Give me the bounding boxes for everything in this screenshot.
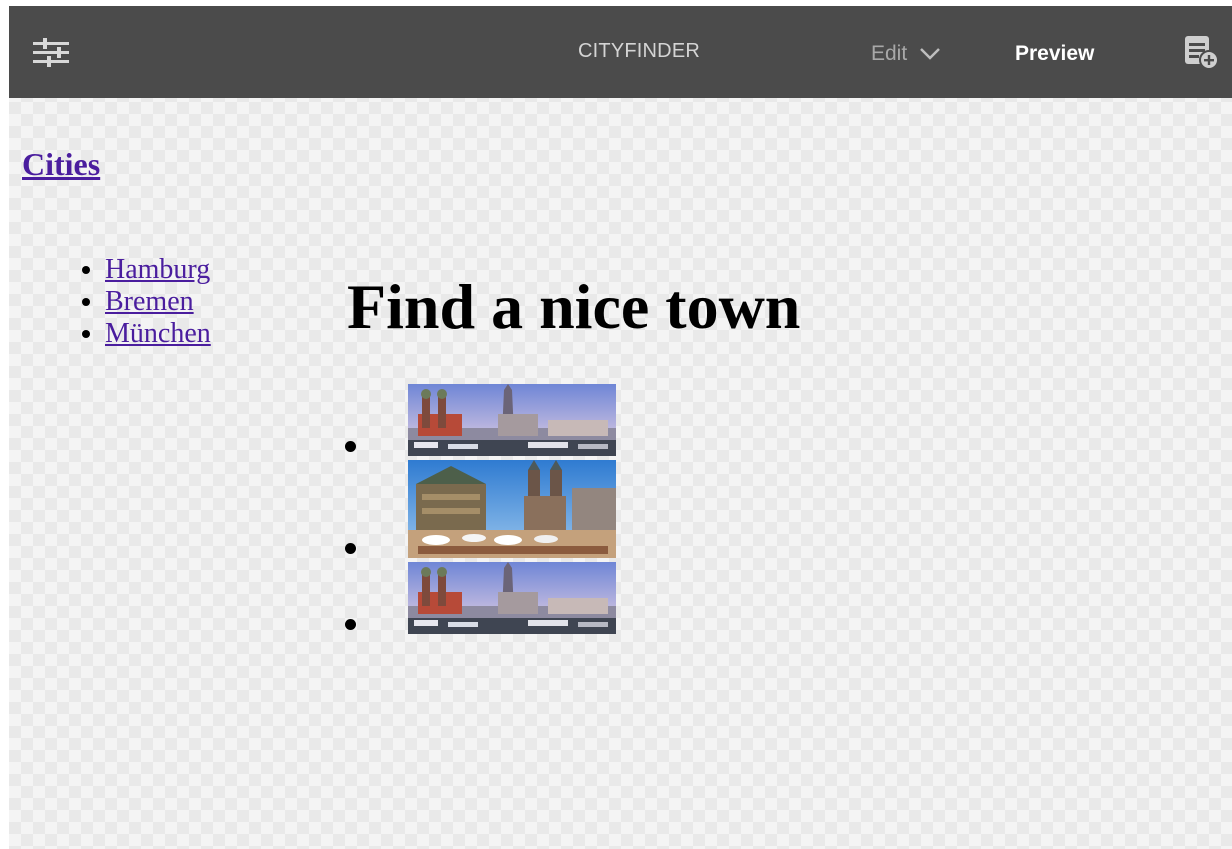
munich-skyline-image[interactable]: [408, 562, 616, 634]
chevron-down-icon: [920, 48, 941, 60]
image-list-item: [342, 384, 616, 456]
add-component-button[interactable]: [1181, 32, 1221, 72]
sliders-icon: [33, 38, 69, 67]
city-list-item: München: [105, 318, 211, 350]
city-list-item: Hamburg: [105, 254, 211, 286]
page-canvas: Cities Hamburg Bremen München Find a nic…: [9, 98, 1232, 849]
cities-link[interactable]: Cities: [22, 146, 100, 182]
app-title: CITYFINDER: [578, 40, 700, 62]
list-bullet: [345, 441, 356, 452]
top-toolbar: CITYFINDER Edit Preview: [9, 6, 1232, 98]
munich-skyline-image[interactable]: [408, 384, 616, 456]
list-bullet: [345, 619, 356, 630]
mode-dropdown[interactable]: Edit: [871, 36, 941, 72]
list-bullet: [345, 543, 356, 554]
cities-heading: Cities: [22, 146, 100, 183]
add-component-icon: [1185, 36, 1219, 70]
editor-window: CITYFINDER Edit Preview Cities • Hamburg…: [9, 6, 1232, 849]
city-link-hamburg[interactable]: Hamburg: [105, 254, 210, 285]
preview-button[interactable]: Preview: [1015, 36, 1094, 72]
city-link-muenchen[interactable]: München: [105, 318, 211, 349]
page-title: Find a nice town: [347, 271, 801, 342]
preview-button-label: Preview: [1015, 42, 1095, 65]
city-image-list: [342, 384, 616, 638]
city-list: Hamburg Bremen München: [67, 254, 211, 350]
side-panel-toggle-button[interactable]: [31, 32, 71, 72]
city-list-item: Bremen: [105, 286, 211, 318]
city-link-bremen[interactable]: Bremen: [105, 286, 194, 317]
image-list-item: [342, 460, 616, 558]
bremen-market-square-image[interactable]: [408, 460, 616, 558]
mode-dropdown-label: Edit: [871, 42, 908, 65]
image-list-item: [342, 562, 616, 634]
